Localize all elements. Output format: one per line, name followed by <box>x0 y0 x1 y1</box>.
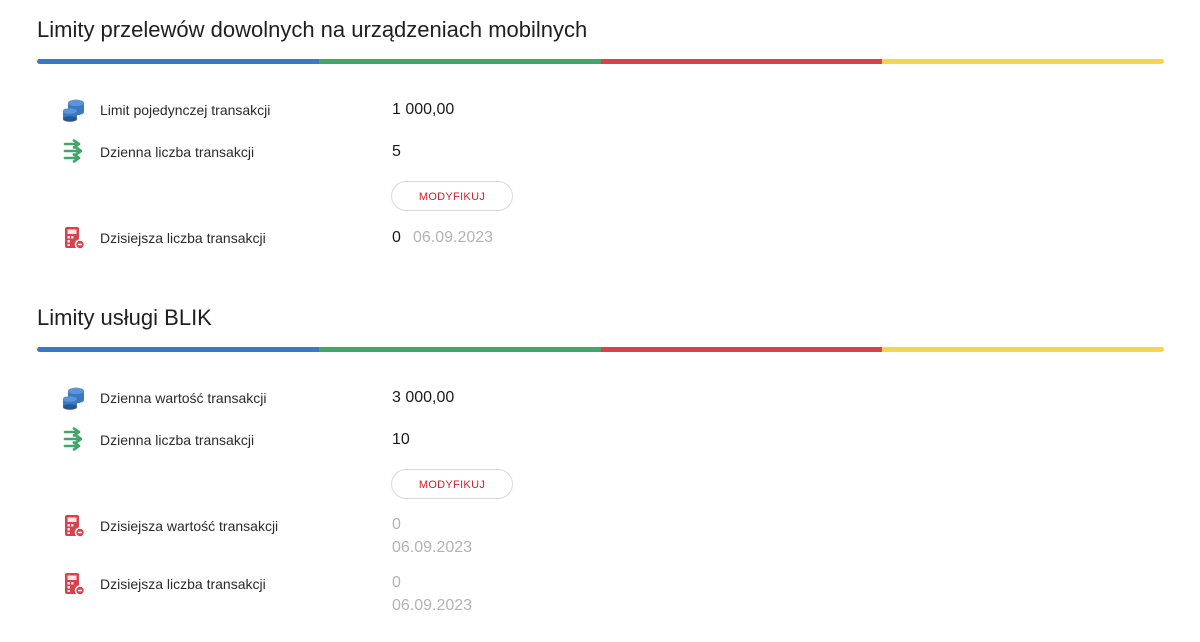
blik-limits-title: Limity usługi BLIK <box>37 305 212 330</box>
calculator-icon <box>65 515 86 538</box>
limit-value: 3 000,00 <box>392 389 455 406</box>
today-value-label: Dzisiejsza wartość transakcji <box>100 518 279 534</box>
limit-value: 10 <box>392 431 410 448</box>
today-count-label: Dzisiejsza liczba transakcji <box>100 230 266 246</box>
color-stripe <box>37 347 1164 352</box>
transfer-arrows-icon <box>63 139 83 163</box>
transfer-arrows-icon <box>63 427 83 451</box>
today-count-value: 0 <box>392 574 401 591</box>
today-count-row: Dzisiejsza liczba transakcji 0 06.09.202… <box>37 571 1164 621</box>
today-count-row: Dzisiejsza liczba transakcji 0 06.09.202… <box>37 225 1164 257</box>
limit-value: 5 <box>392 143 401 160</box>
limit-value: 1 000,00 <box>392 101 455 118</box>
today-value-date: 06.09.2023 <box>392 539 473 556</box>
limit-row-daily-count: Dzienna liczba transakcji 5 <box>37 139 1164 171</box>
limit-label: Dzienna liczba transakcji <box>100 144 255 160</box>
today-value-row: Dzisiejsza wartość transakcji 0 06.09.20… <box>37 513 1164 563</box>
today-count-date: 06.09.2023 <box>413 229 494 246</box>
today-value-amount: 0 <box>392 516 401 533</box>
limit-row-single-transaction: Limit pojedynczej transakcji 1 000,00 <box>37 97 1164 129</box>
blik-limits-section: Limity usługi BLIK Dzienna wartość trans… <box>37 305 1164 635</box>
today-count-value: 0 <box>392 229 401 246</box>
coins-icon <box>63 387 84 410</box>
modify-button[interactable]: MODYFIKUJ <box>391 181 513 211</box>
mobile-limits-title: Limity przelewów dowolnych na urządzenia… <box>37 17 588 42</box>
mobile-limits-section: Limity przelewów dowolnych na urządzenia… <box>37 17 1164 267</box>
limit-label: Limit pojedynczej transakcji <box>100 102 271 118</box>
coins-icon <box>63 99 84 122</box>
limit-label: Dzienna liczba transakcji <box>100 432 255 448</box>
color-stripe <box>37 59 1164 64</box>
today-count-label: Dzisiejsza liczba transakcji <box>100 576 266 592</box>
calculator-icon <box>65 573 86 596</box>
blik-row-daily-value: Dzienna wartość transakcji 3 000,00 <box>37 385 1164 417</box>
calculator-icon <box>65 227 86 250</box>
today-count-date: 06.09.2023 <box>392 597 473 614</box>
blik-row-daily-count: Dzienna liczba transakcji 10 <box>37 427 1164 459</box>
limit-label: Dzienna wartość transakcji <box>100 390 267 406</box>
modify-button[interactable]: MODYFIKUJ <box>391 469 513 499</box>
